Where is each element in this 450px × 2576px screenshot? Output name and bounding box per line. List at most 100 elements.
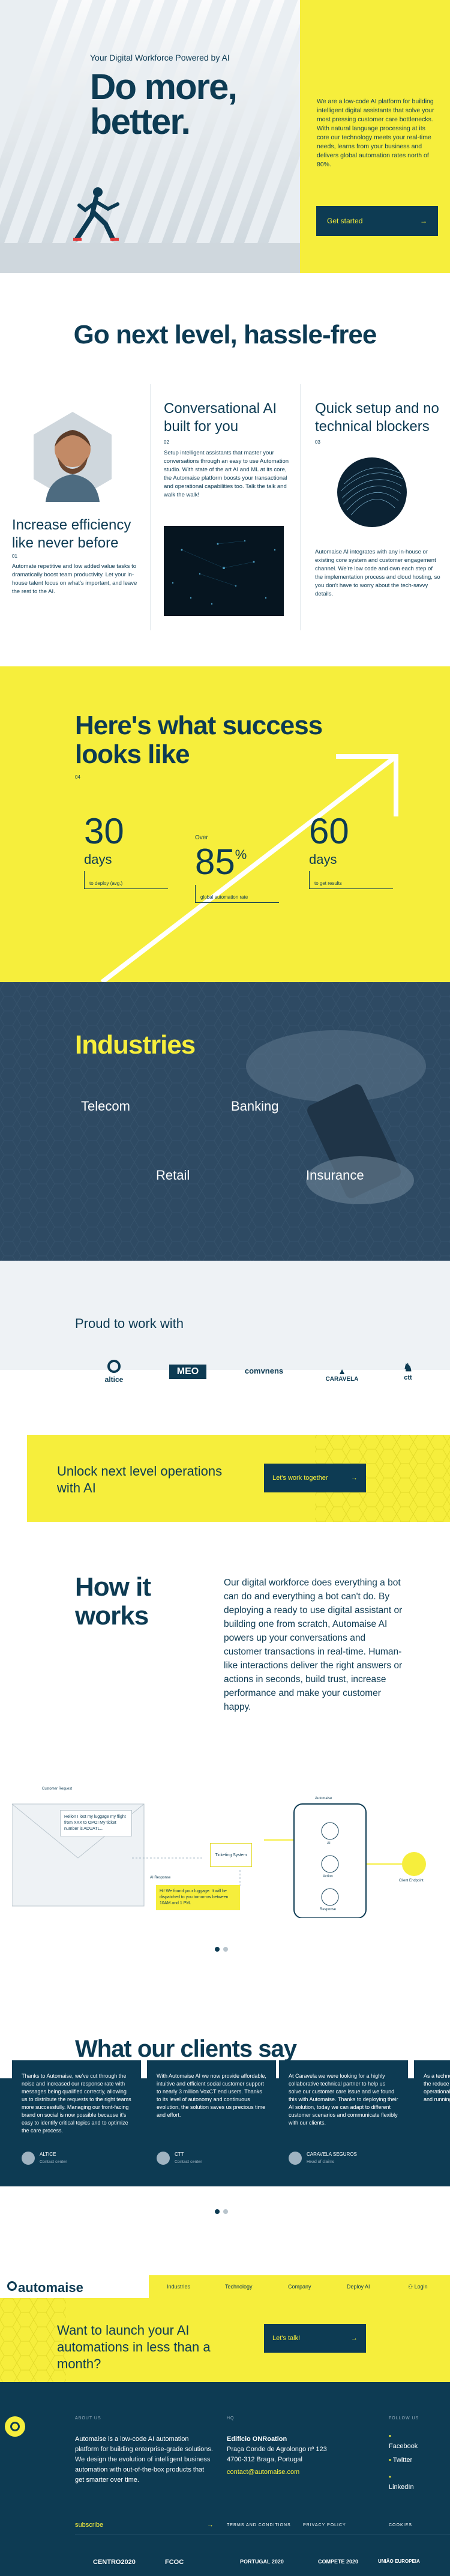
login-label: Login [414,2284,428,2290]
smiling-man-photo [34,412,112,502]
terms-link[interactable]: TERMS AND CONDITIONS [227,2523,291,2527]
feature-conversational-title: Conversational AI built for you [164,400,277,435]
hero-tagline: Your Digital Workforce Powered by AI [90,53,230,62]
industry-telecom[interactable]: Telecom [81,1099,130,1114]
twitter-icon: ▪ [389,2457,391,2464]
stat-prefix: Over [195,834,208,841]
launch-text: Want to launch your AI automations in le… [57,2323,211,2371]
feature-number: 02 [164,439,169,445]
client-endpoint-label: Client Endpoint [399,1879,424,1883]
industry-insurance[interactable]: Insurance [306,1168,364,1183]
next-level-title: Go next level, hassle-free [73,320,377,349]
feature-efficiency-desc: Automate repetitive and low added value … [12,563,137,595]
carousel-dot[interactable] [223,2209,228,2214]
user-icon: ⚇ [408,2284,413,2290]
carousel-dot[interactable] [215,1947,220,1952]
portugal2020-logo: PORTUGAL 2020 [240,2559,284,2565]
testimonial-text: As a technology company we had very fast… [424,2073,450,2102]
linkedin-icon: ▪ [389,2473,391,2481]
automaise-logo[interactable]: automaise [18,2280,83,2296]
footer-address-line: Praça Conde de Agrolongo nº 123 [227,2446,327,2453]
subscribe-link[interactable]: subscribe [75,2521,103,2529]
compete2020-logo: COMPETE 2020 [318,2559,359,2565]
nav-deploy-ai[interactable]: Deploy AI [347,2284,370,2290]
get-started-button[interactable]: Get started → [316,206,438,236]
customer-message-bubble: Hello!! I lost my luggage my flight from… [60,1810,132,1836]
arrow-right-icon: → [351,1474,358,1482]
lets-work-together-label: Let's work together [272,1474,328,1482]
footer-address-line: 4700-312 Braga, Portugal [227,2456,302,2463]
carousel-dot[interactable] [223,1947,228,1952]
response-label: Response [320,1908,337,1911]
feature-setup-title: Quick setup and no technical blockers [315,400,439,435]
stat-note: to get results [314,881,342,886]
testimonial-text: With Automaise AI we now provide afforda… [157,2073,266,2118]
nav-industries[interactable]: Industries [167,2284,190,2290]
feature-number: 03 [315,439,320,445]
clients-title: What our clients say [75,2036,297,2062]
ctt-logo: ♞ ctt [403,1362,413,1381]
lets-talk-label: Let's talk! [272,2335,301,2342]
footer [0,2382,450,2576]
column-divider [150,384,151,630]
linkedin-link[interactable]: ▪ LinkedIn [389,2472,414,2493]
avatar [22,2152,35,2165]
hero-floor [0,243,300,273]
caravela-logo: ▲ CARAVELA [325,1366,359,1383]
feature-number: 01 [12,554,17,559]
eu-logo: UNIÃO EUROPEIA [378,2559,420,2564]
ai-response-label: AI Response [150,1876,171,1880]
stat-note: to deploy (avg.) [89,881,123,886]
nav-company[interactable]: Company [288,2284,311,2290]
industry-banking[interactable]: Banking [231,1099,279,1114]
testimonial-text: At Caravela we were looking for a highly… [289,2073,398,2126]
ai-label: AI [327,1842,331,1845]
stat-bubble: to get results [309,871,393,889]
partners-title: Proud to work with [75,1316,184,1331]
testimonial-card-partial: As a technology company we had very fast… [414,2060,450,2179]
facebook-link[interactable]: ▪ Facebook [389,2431,418,2452]
success-title: Here's what success looks like [75,711,323,769]
arrow-right-icon: → [420,217,427,225]
automaise-logo-icon [7,2281,17,2291]
testimonial-author: ALTICE Contact center [22,2150,67,2166]
login-link[interactable]: ⚇ Login [408,2284,428,2290]
hero-title: Do more, better. [90,67,238,142]
lets-work-together-button[interactable]: Let's work together → [264,1464,366,1492]
meo-logo: MEO [169,1365,206,1379]
lets-talk-button[interactable]: Let's talk! → [264,2324,366,2353]
fcoc-logo: FCOC [165,2559,184,2566]
how-it-works-title: How it works [75,1572,151,1630]
stat-number: 30 [84,811,124,851]
privacy-link[interactable]: PRIVACY POLICY [303,2523,346,2527]
industry-retail[interactable]: Retail [156,1168,190,1183]
automaise-label: Automaise [315,1797,332,1800]
centro2020-logo: CENTRO2020 [93,2559,136,2566]
arrow-right-icon[interactable]: → [207,2521,214,2529]
twitter-link[interactable]: ▪ Twitter [389,2455,412,2466]
nav-technology[interactable]: Technology [225,2284,253,2290]
stat-bubble: to deploy (avg.) [84,871,168,889]
how-it-works-diagram: Customer Request Hello!! I lost my lugga… [12,1768,450,1918]
stat-number: 60 [309,811,349,851]
carousel-dot[interactable] [215,2209,220,2214]
testimonial-author: CARAVELA SEGUROS Head of claims [289,2150,357,2166]
how-it-works-desc: Our digital workforce does everything a … [224,1578,403,1712]
footer-email-link[interactable]: contact@automaise.com [227,2469,299,2476]
action-label: Action [323,1875,333,1878]
footer-follow-heading: FOLLOW US [389,2416,419,2421]
footer-address-heading: HQ [227,2416,235,2421]
clients-carousel-dots[interactable] [215,2206,232,2217]
runner-illustration [73,187,119,241]
testimonial-card: Thanks to Automaise, we've cut through t… [12,2060,141,2179]
stat-automation: Over 85 % global automation rate [195,834,279,903]
hands-phone-background [0,982,450,1261]
cookies-link[interactable]: COOKIES [389,2523,412,2527]
arrow-right-icon: → [351,2335,358,2342]
testimonial-card: With Automaise AI we now provide afforda… [147,2060,276,2179]
how-carousel-dots[interactable] [215,1944,232,1955]
industries-title: Industries [75,1030,196,1060]
ticketing-system-box: Ticketing System [210,1843,252,1867]
stat-unit: days [309,852,337,867]
stat-bubble: global automation rate [195,885,279,903]
